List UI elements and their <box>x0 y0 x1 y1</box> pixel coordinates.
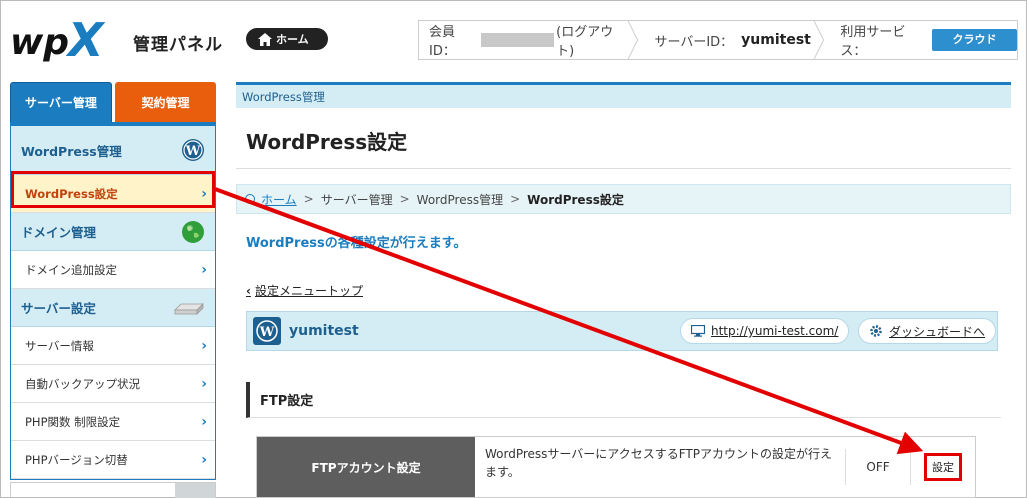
panel-title: 管理パネル <box>133 35 223 55</box>
sidebar-heading-server: サーバー設定 <box>11 289 215 327</box>
gear-icon <box>870 325 882 337</box>
globe-icon <box>182 220 204 243</box>
service-label: 利用サービス： <box>840 25 906 59</box>
sidebar-menu: WordPress管理 W WordPress設定 › ドメイン管理 ドメイン追… <box>10 122 216 480</box>
sidebar: サーバー管理 契約管理 WordPress管理 W WordPress設定 › … <box>10 82 216 498</box>
sidebar-footer-partial <box>10 482 216 498</box>
home-button[interactable]: ホーム <box>246 28 328 50</box>
settings-menu-top-link[interactable]: ‹ 設定メニュートップ <box>246 282 363 299</box>
wpx-logo[interactable]: wp X <box>10 12 126 64</box>
sidebar-item-label: WordPress設定 <box>25 186 118 201</box>
sidebar-heading-label: WordPress管理 <box>21 143 122 159</box>
chevron-right-icon: › <box>201 451 207 468</box>
sidebar-item-domain-add[interactable]: ドメイン追加設定 › <box>11 251 215 289</box>
home-icon <box>258 32 272 46</box>
chevron-right-icon: › <box>201 413 207 430</box>
tab-contract-management[interactable]: 契約管理 <box>115 82 216 122</box>
site-url-button[interactable]: http://yumi-test.com/ <box>680 318 850 344</box>
breadcrumb-separator: > <box>303 192 314 206</box>
settings-menu-top-label: 設定メニュートップ <box>254 284 363 298</box>
svg-text:W: W <box>185 144 201 159</box>
logout-link[interactable]: (ログアウト) <box>556 21 627 59</box>
dashboard-button[interactable]: ダッシュボードへ <box>858 318 997 344</box>
breadcrumb: ホーム > サーバー管理 > WordPress管理 > WordPress設定 <box>236 184 1011 214</box>
main-content: WordPress管理 WordPress設定 ホーム > サーバー管理 > W… <box>236 82 1011 498</box>
breadcrumb-item[interactable]: WordPress管理 <box>417 191 503 208</box>
breadcrumb-separator: > <box>399 192 410 206</box>
service-badge[interactable]: クラウド <box>932 29 1017 51</box>
sidebar-heading-label: サーバー設定 <box>21 301 96 316</box>
masked-member-id <box>480 33 555 47</box>
svg-text:W: W <box>259 325 275 340</box>
sidebar-item-label: PHPバージョン切替 <box>25 452 128 467</box>
sidebar-item-server-info[interactable]: サーバー情報 › <box>11 327 215 365</box>
home-label: ホーム <box>276 33 309 46</box>
sidebar-item-label: PHP関数 制限設定 <box>25 414 121 429</box>
home-circle-icon <box>245 194 255 204</box>
header: wp X 管理パネル ホーム 会員ID： (ログアウト) サーバーID： yum… <box>0 0 1027 80</box>
site-url-link[interactable]: http://yumi-test.com/ <box>711 324 838 338</box>
ftp-section-heading: FTP設定 <box>246 382 1001 418</box>
wordpress-icon: W <box>253 317 281 345</box>
sidebar-heading-domain: ドメイン管理 <box>11 213 215 251</box>
chevron-right-icon: › <box>201 185 207 202</box>
breadcrumb-home-link[interactable]: ホーム <box>261 191 297 208</box>
server-icon <box>174 302 204 315</box>
chevron-right-icon: › <box>201 375 207 392</box>
svg-text:X: X <box>65 13 106 64</box>
svg-text:wp: wp <box>10 22 69 63</box>
sidebar-footer-block <box>175 483 215 498</box>
title-divider <box>236 168 1011 169</box>
server-id-value: yumitest <box>741 32 811 48</box>
ftp-settings-button[interactable]: 設定 <box>924 453 962 481</box>
tab-server-management[interactable]: サーバー管理 <box>10 82 112 122</box>
page-description: WordPressの各種設定が行えます。 <box>246 236 467 251</box>
monitor-icon <box>691 325 705 337</box>
page-title: WordPress設定 <box>246 130 408 154</box>
sidebar-item-label: サーバー情報 <box>25 338 94 353</box>
site-name: yumitest <box>289 323 359 339</box>
sidebar-item-php-version[interactable]: PHPバージョン切替 › <box>11 441 215 479</box>
server-id-label: サーバーID： <box>654 34 734 50</box>
section-topbar: WordPress管理 <box>236 82 1011 108</box>
sidebar-item-php-function-limits[interactable]: PHP関数 制限設定 › <box>11 403 215 441</box>
site-info-bar: W yumitest http://yumi-test.com/ ダッシュボード… <box>246 311 998 351</box>
member-id-label: 会員ID： <box>429 25 456 59</box>
ftp-account-row: FTPアカウント設定 WordPressサーバーにアクセスするFTPアカウントの… <box>256 436 976 498</box>
ftp-action-cell: 設定 <box>911 437 975 497</box>
breadcrumb-current: WordPress設定 <box>527 192 624 207</box>
segment-divider-icon <box>813 20 824 60</box>
sidebar-item-label: ドメイン追加設定 <box>25 262 117 277</box>
breadcrumb-item[interactable]: サーバー管理 <box>321 191 393 208</box>
dashboard-link[interactable]: ダッシュボードへ <box>889 323 985 340</box>
segment-divider-icon <box>627 20 639 60</box>
breadcrumb-separator: > <box>510 192 521 206</box>
ftp-account-label: FTPアカウント設定 <box>257 437 475 497</box>
account-info-bar: 会員ID： (ログアウト) サーバーID： yumitest 利用サービス： ク… <box>418 20 1018 60</box>
ftp-status: OFF <box>845 449 911 485</box>
ftp-account-description: WordPressサーバーにアクセスするFTPアカウントの設定が行えます。 <box>485 447 832 479</box>
service-segment: 利用サービス： クラウド <box>824 21 1017 59</box>
server-id-segment: サーバーID： yumitest <box>638 21 812 59</box>
sidebar-heading-label: ドメイン管理 <box>21 225 97 240</box>
sidebar-item-auto-backup[interactable]: 自動バックアップ状況 › <box>11 365 215 403</box>
sidebar-item-wordpress-settings[interactable]: WordPress設定 › <box>11 175 215 213</box>
chevron-right-icon: › <box>201 261 207 278</box>
sidebar-item-label: 自動バックアップ状況 <box>25 376 140 391</box>
chevron-left-icon: ‹ <box>246 283 251 298</box>
wordpress-icon: W <box>182 139 204 161</box>
member-id-segment: 会員ID： (ログアウト) <box>419 21 627 59</box>
sidebar-heading-wordpress: WordPress管理 W <box>11 126 215 175</box>
chevron-right-icon: › <box>201 337 207 354</box>
